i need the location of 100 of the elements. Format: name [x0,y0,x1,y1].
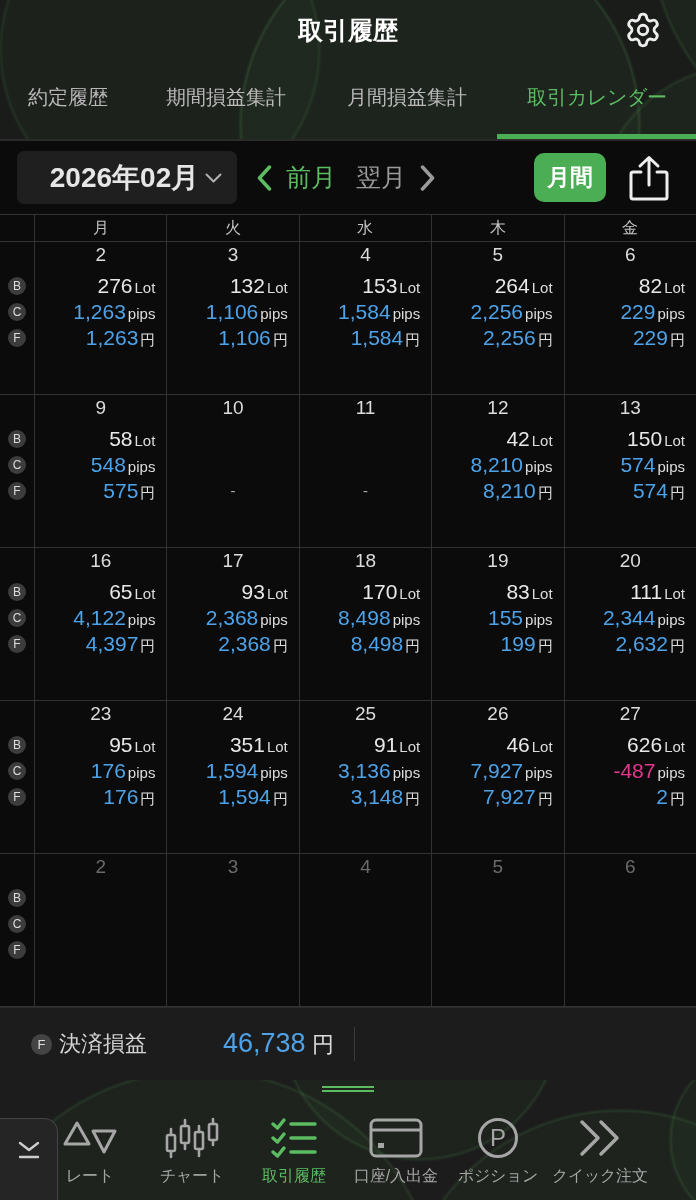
date-number: 6 [625,855,636,879]
row-letter-badge: B [8,736,26,754]
weekday-label: 水 [357,217,374,238]
date-number: 26 [487,702,509,726]
lot-amount: 132 Lot [229,273,288,299]
settings-button[interactable] [624,11,662,49]
double-chevron-icon [578,1119,622,1157]
row-letter-badge: B [8,430,26,448]
row-letter-badge: F [8,482,26,500]
lot-amount: 153Lot [362,273,421,299]
tab[interactable]: 月間損益集計 [317,60,497,139]
yen-amount: 7,927 円 [483,784,553,810]
summary-amount: 46,738 円 [223,1028,334,1060]
row-letter-badge: C [8,915,26,933]
pips-amount: 2,368pips [205,605,288,631]
yen-amount: 1,263円 [85,325,156,351]
nav-item[interactable]: レート [62,1116,118,1186]
yen-amount: 2 円 [656,784,685,810]
collapse-button[interactable] [0,1118,58,1200]
pips-amount: 1,263pips [73,299,156,325]
pips-amount: 574pips [620,452,685,478]
date-number: 17 [222,549,244,573]
yen-amount: 575円 [103,478,156,504]
share-icon [628,154,670,201]
weekday-label: 金 [622,217,639,238]
lot-amount: 111Lot [630,579,685,605]
lot-amount: 276Lot [97,273,156,299]
yen-amount: 8,210 円 [483,478,553,504]
no-data-dash: - [363,481,368,501]
card-icon [369,1118,423,1158]
pips-amount: 8,498pips [338,605,421,631]
pips-amount: 1,584pips [338,299,421,325]
nav-item[interactable]: 取引履歴 [262,1116,326,1186]
pips-amount: 1,106pips [205,299,288,325]
yen-amount: 3,148円 [350,784,421,810]
lot-amount: 626Lot [627,732,685,758]
date-number: 12 [487,396,509,420]
share-button[interactable] [628,154,670,201]
checklist-icon [270,1117,318,1159]
letter-circle-icon: P [478,1118,518,1158]
yen-amount: 1,594 円 [218,784,288,810]
pips-amount: 2,344pips [602,605,685,631]
up-down-triangles-icon [62,1120,118,1156]
no-data-dash: - [230,481,236,501]
lot-amount: 170Lot [362,579,421,605]
date-number: 25 [354,702,377,726]
date-number: 19 [487,549,509,573]
candlestick-icon [165,1117,219,1159]
nav-item[interactable]: P ポジション [458,1116,538,1186]
yen-amount: 2,256 円 [483,325,553,351]
row-letter-badge: C [8,762,26,780]
lot-amount: 58Lot [109,426,156,452]
row-letter-badge: F [8,941,26,959]
date-number: 13 [619,396,641,420]
date-number: 11 [355,396,376,420]
pips-amount: 2,256 pips [470,299,553,325]
date-number: 6 [625,243,636,267]
row-letter-badge: C [8,456,26,474]
nav-item[interactable]: 口座/入出金 [353,1116,439,1186]
pips-amount: 3,136pips [338,758,421,784]
date-number: 3 [227,855,239,879]
chevron-down-bar-icon [16,1141,41,1159]
yen-amount: 4,397円 [85,631,156,657]
drag-handle-icon[interactable] [321,1085,375,1093]
summary-letter-badge: F [31,1033,52,1055]
pips-amount: -487pips [613,758,685,784]
tab[interactable]: 期間損益集計 [135,60,317,139]
date-number: 24 [222,702,244,726]
lot-amount: 42 Lot [506,426,553,452]
yen-amount: 2,632 円 [615,631,685,657]
lot-amount: 264 Lot [494,273,553,299]
yen-amount: 2,368 円 [218,631,288,657]
row-letter-badge: B [8,277,26,295]
yen-amount: 574円 [632,478,685,504]
date-number: 9 [95,396,106,420]
pips-amount: 1,594pips [205,758,288,784]
chevron-right-icon [420,164,435,191]
yen-amount: 8,498円 [350,631,421,657]
row-letter-badge: B [8,889,26,907]
lot-amount: 150Lot [627,426,685,452]
row-letter-badge: F [8,329,26,347]
date-number: 3 [227,243,239,267]
yen-amount: 199 円 [500,631,553,657]
row-letter-badge: F [8,788,26,806]
nav-item[interactable]: クイック注文 [552,1116,648,1186]
weekday-label: 火 [225,217,242,238]
date-number: 2 [95,855,106,879]
pips-amount: 176pips [90,758,156,784]
previous-month-button[interactable]: 前月 [257,161,336,194]
pips-amount: 155 pips [488,605,553,631]
lot-amount: 95Lot [109,732,156,758]
weekday-label: 月 [92,217,109,238]
screen-title: 取引履歴 [298,14,398,46]
lot-amount: 83 Lot [506,579,553,605]
date-number: 18 [354,549,377,573]
lot-amount: 93 Lot [241,579,288,605]
date-number: 23 [90,702,112,726]
month-selector[interactable]: 2026年02月 [17,151,237,204]
nav-item[interactable]: チャート [160,1116,224,1186]
tab[interactable]: 約定履歴 [0,60,135,139]
